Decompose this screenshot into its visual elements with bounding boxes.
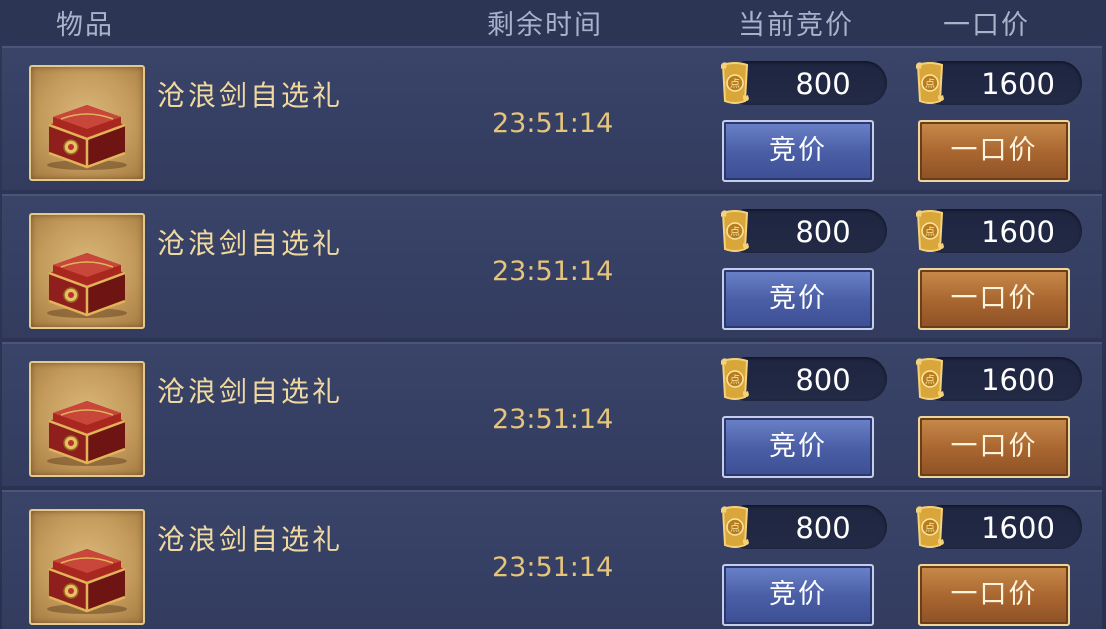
buyout-price-display: 点 1600 <box>916 357 1082 401</box>
time-left: 23:51:14 <box>492 404 614 435</box>
buyout-value: 1600 <box>981 215 1055 249</box>
item-name: 沧浪剑自选礼 <box>157 227 344 260</box>
auction-panel: 物品 剩余时间 当前竞价 一口价 沧浪剑自选礼 23:51:14 点 800 点… <box>0 0 1106 629</box>
treasure-chest-icon <box>47 401 127 466</box>
item-name: 沧浪剑自选礼 <box>157 523 344 556</box>
gold-scroll-icon: 点 <box>916 210 944 252</box>
svg-text:点: 点 <box>925 522 935 534</box>
auction-row[interactable]: 沧浪剑自选礼 23:51:14 点 800 点 1600 竞价 一口价 <box>2 194 1102 338</box>
gold-scroll-icon: 点 <box>916 358 944 400</box>
current-bid-value: 800 <box>795 215 851 249</box>
bid-button[interactable]: 竞价 <box>722 268 874 330</box>
gold-scroll-icon: 点 <box>721 358 749 400</box>
current-bid-display: 点 800 <box>721 357 887 401</box>
current-bid-display: 点 800 <box>721 61 887 105</box>
header-buyout: 一口价 <box>943 10 1030 41</box>
gold-scroll-icon: 点 <box>721 62 749 104</box>
svg-text:点: 点 <box>730 226 740 238</box>
buyout-price-display: 点 1600 <box>916 209 1082 253</box>
svg-text:点: 点 <box>730 374 740 386</box>
header-current-bid: 当前竞价 <box>738 10 854 41</box>
time-left: 23:51:14 <box>492 552 614 583</box>
item-icon-frame[interactable] <box>29 361 145 477</box>
item-icon-frame[interactable] <box>29 65 145 181</box>
gold-scroll-icon: 点 <box>721 210 749 252</box>
svg-text:点: 点 <box>925 226 935 238</box>
current-bid-value: 800 <box>795 511 851 545</box>
svg-text:点: 点 <box>925 78 935 90</box>
header-item: 物品 <box>56 10 114 41</box>
svg-text:点: 点 <box>730 78 740 90</box>
gold-scroll-icon: 点 <box>916 62 944 104</box>
buyout-value: 1600 <box>981 511 1055 545</box>
current-bid-display: 点 800 <box>721 209 887 253</box>
gold-scroll-icon: 点 <box>916 506 944 548</box>
bid-button[interactable]: 竞价 <box>722 564 874 626</box>
current-bid-display: 点 800 <box>721 505 887 549</box>
item-icon-frame[interactable] <box>29 509 145 625</box>
auction-row[interactable]: 沧浪剑自选礼 23:51:14 点 800 点 1600 竞价 一口价 <box>2 46 1102 190</box>
bid-button[interactable]: 竞价 <box>722 120 874 182</box>
bid-button[interactable]: 竞价 <box>722 416 874 478</box>
svg-text:点: 点 <box>925 374 935 386</box>
buyout-button[interactable]: 一口价 <box>918 416 1070 478</box>
treasure-chest-icon <box>47 549 127 614</box>
current-bid-value: 800 <box>795 67 851 101</box>
treasure-chest-icon <box>47 253 127 318</box>
current-bid-value: 800 <box>795 363 851 397</box>
item-name: 沧浪剑自选礼 <box>157 79 344 112</box>
buyout-price-display: 点 1600 <box>916 505 1082 549</box>
auction-row[interactable]: 沧浪剑自选礼 23:51:14 点 800 点 1600 竞价 一口价 <box>2 490 1102 629</box>
treasure-chest-icon <box>47 105 127 170</box>
svg-text:点: 点 <box>730 522 740 534</box>
header-time-left: 剩余时间 <box>487 10 603 41</box>
time-left: 23:51:14 <box>492 108 614 139</box>
table-header: 物品 剩余时间 当前竞价 一口价 <box>0 0 1106 44</box>
buyout-price-display: 点 1600 <box>916 61 1082 105</box>
item-name: 沧浪剑自选礼 <box>157 375 344 408</box>
buyout-button[interactable]: 一口价 <box>918 120 1070 182</box>
gold-scroll-icon: 点 <box>721 506 749 548</box>
item-icon-frame[interactable] <box>29 213 145 329</box>
buyout-value: 1600 <box>981 67 1055 101</box>
buyout-button[interactable]: 一口价 <box>918 564 1070 626</box>
buyout-button[interactable]: 一口价 <box>918 268 1070 330</box>
buyout-value: 1600 <box>981 363 1055 397</box>
auction-row[interactable]: 沧浪剑自选礼 23:51:14 点 800 点 1600 竞价 一口价 <box>2 342 1102 486</box>
time-left: 23:51:14 <box>492 256 614 287</box>
